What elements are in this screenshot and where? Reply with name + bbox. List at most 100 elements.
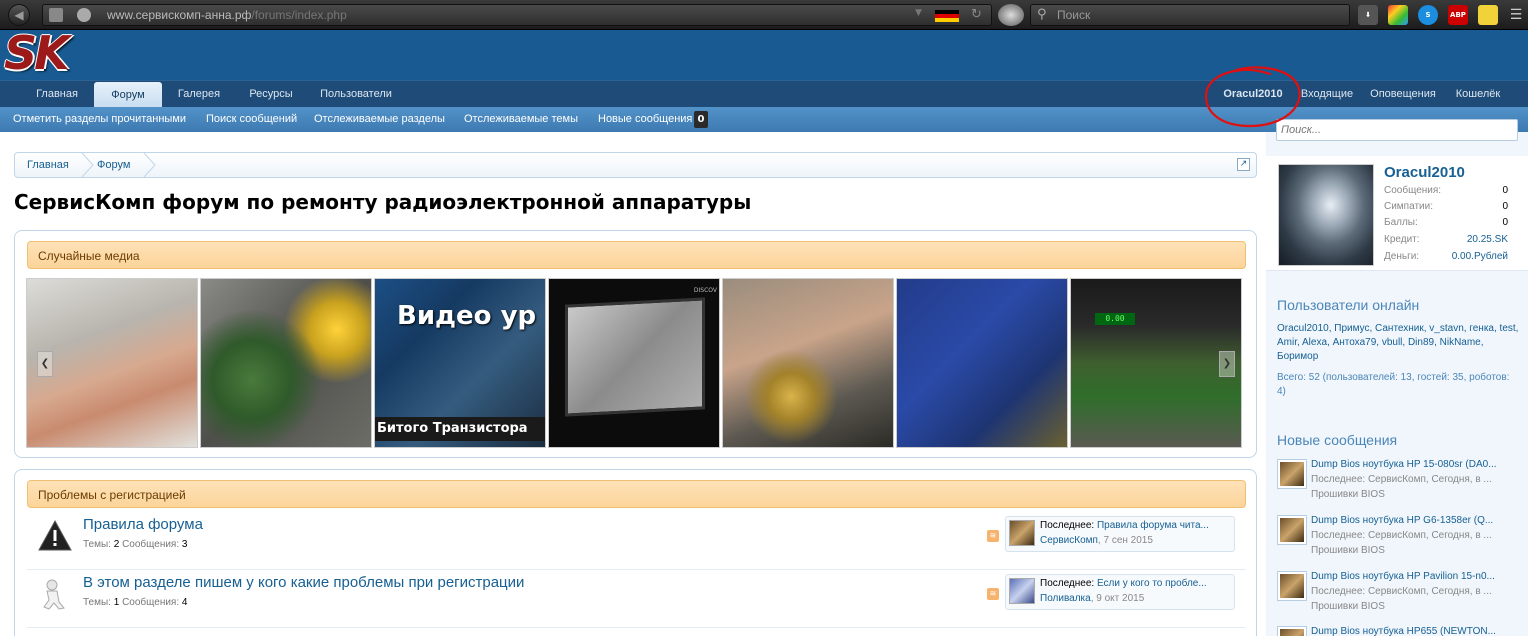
tab-users[interactable]: Пользователи [310, 81, 402, 108]
credit-link[interactable]: 20.25.SK [1467, 234, 1508, 245]
last-post-user[interactable]: Поливалка [1040, 593, 1091, 604]
last-post-avatar[interactable] [1009, 520, 1035, 546]
visitor-username[interactable]: Oracul2010 [1384, 164, 1465, 181]
skype-icon[interactable]: S [1418, 5, 1438, 25]
breadcrumb-forum[interactable]: Форум [97, 153, 130, 177]
tab-gallery[interactable]: Галерея [166, 81, 232, 108]
mark-forums-read-link[interactable]: Отметить разделы прочитанными [13, 107, 186, 132]
new-post-title[interactable]: Dump Bios ноутбука HP Pavilion 15-n0... [1311, 571, 1521, 582]
new-post-item[interactable]: Dump Bios ноутбука HP655 (NEWTON... [1277, 626, 1522, 636]
rss-icon[interactable]: ≋ [987, 588, 999, 600]
video-overlay-title: Видео ур [397, 301, 537, 331]
reload-icon[interactable]: ↻ [971, 7, 982, 22]
last-post-link[interactable]: Правила форума чита... [1097, 520, 1209, 531]
tab-resources[interactable]: Ресурсы [236, 81, 306, 108]
alerts-link[interactable]: Оповещения [1362, 81, 1444, 108]
new-post-title[interactable]: Dump Bios ноутбука HP 15-080sr (DA0... [1311, 459, 1521, 470]
breadcrumb-home[interactable]: Главная [27, 153, 69, 177]
random-media-heading: Случайные медиа [27, 241, 1246, 269]
download-icon[interactable]: ⬇ [1358, 5, 1378, 25]
main-content: Главная Форум ↗ СервисКомп форум по ремо… [0, 132, 1266, 636]
online-users-list[interactable]: Oracul2010, Примус, Сантехник, v_stavn, … [1277, 322, 1521, 364]
tab-forum[interactable]: Форум [94, 82, 162, 109]
jump-to-icon[interactable]: ↗ [1237, 158, 1250, 171]
breadcrumb-separator-icon [143, 153, 156, 177]
user-account-link[interactable]: Oracul2010 [1212, 81, 1294, 108]
address-bar[interactable]: www.сервискомп-анна.рф/forums/index.php … [42, 4, 992, 26]
post-avatar[interactable] [1277, 571, 1307, 601]
new-post-meta: Последнее: СервисКомп, Сегодня, в ... [1311, 586, 1492, 597]
new-posts-heading[interactable]: Новые сообщения [1277, 432, 1397, 448]
url-text[interactable]: www.сервискомп-анна.рф/forums/index.php [107, 8, 347, 22]
media-thumbnail-3[interactable]: Видео ур Битого Транзистора [374, 278, 546, 448]
media-thumbnail-7[interactable]: 0.00 ❯ [1070, 278, 1242, 448]
post-avatar[interactable] [1277, 459, 1307, 489]
media-thumbnail-1[interactable]: ❮ [26, 278, 198, 448]
category-heading[interactable]: Проблемы с регистрацией [27, 480, 1246, 508]
note-extension-icon[interactable] [1478, 5, 1498, 25]
watched-threads-link[interactable]: Отслеживаемые темы [464, 107, 578, 132]
last-post-title-line: Последнее: Если у кого то пробле... [1040, 578, 1207, 589]
new-posts-link[interactable]: Новые сообщения [598, 107, 692, 132]
carousel-prev-arrow[interactable]: ❮ [37, 351, 53, 377]
online-users-heading[interactable]: Пользователи онлайн [1277, 297, 1419, 313]
media-thumbnail-4[interactable]: DISCOV [548, 278, 720, 448]
site-logo[interactable]: SK [2, 26, 96, 80]
warning-icon [38, 519, 72, 551]
new-post-title[interactable]: Dump Bios ноутбука HP655 (NEWTON... [1311, 626, 1521, 636]
forum-title[interactable]: В этом разделе пишем у кого какие пробле… [83, 574, 524, 591]
category-block: Проблемы с регистрацией Правила форума Т… [14, 469, 1257, 636]
video-overlay-caption: Битого Транзистора [375, 417, 545, 441]
language-flag-icon[interactable] [935, 10, 959, 22]
forum-node[interactable]: Правила форума Темы: 2 Сообщения: 3 ≋ По… [27, 512, 1246, 570]
wallet-link[interactable]: Кошелёк [1448, 81, 1508, 108]
tab-home[interactable]: Главная [22, 81, 92, 108]
visitor-stat-row: Кредит: 20.25.SK [1384, 234, 1508, 245]
browser-search-placeholder: Поиск [1057, 8, 1091, 22]
browser-search-input[interactable]: ⚲ Поиск [1030, 4, 1350, 26]
watched-forums-link[interactable]: Отслеживаемые разделы [314, 107, 445, 132]
address-dropdown-icon[interactable]: ▼ [915, 8, 922, 18]
rss-icon[interactable]: ≋ [987, 530, 999, 542]
user-avatar[interactable] [1278, 164, 1374, 266]
new-posts-count-badge: 0 [694, 111, 708, 128]
media-image [897, 279, 1067, 447]
carousel-next-arrow[interactable]: ❯ [1219, 351, 1235, 377]
logo-text: SK [4, 26, 70, 80]
media-thumbnail-5[interactable] [722, 278, 894, 448]
sidebar: Oracul2010 Сообщения:0 Симпатии:0 Баллы:… [1266, 119, 1528, 636]
new-post-item[interactable]: Dump Bios ноутбука HP G6-1358er (Q... По… [1277, 515, 1522, 569]
meter-display: 0.00 [1095, 313, 1135, 325]
menu-icon[interactable]: ☰ [1506, 5, 1526, 25]
site-header: SK [0, 26, 1528, 80]
last-post-meta-line: СервисКомп, 7 сен 2015 [1040, 535, 1153, 546]
new-post-meta: Последнее: СервисКомп, Сегодня, в ... [1311, 530, 1492, 541]
sidebar-search-input[interactable] [1277, 120, 1517, 140]
media-thumbnail-6[interactable] [896, 278, 1068, 448]
media-image [201, 279, 371, 447]
new-post-meta: Последнее: СервисКомп, Сегодня, в ... [1311, 474, 1492, 485]
adblock-icon[interactable]: ABP [1448, 5, 1468, 25]
post-avatar[interactable] [1277, 515, 1307, 545]
search-engine-icon[interactable] [998, 4, 1024, 26]
back-button[interactable]: ◀ [8, 4, 30, 26]
main-navigation: Главная Форум Галерея Ресурсы Пользовате… [0, 80, 1528, 109]
new-post-title[interactable]: Dump Bios ноутбука HP G6-1358er (Q... [1311, 515, 1521, 526]
inbox-link[interactable]: Входящие [1296, 81, 1358, 108]
last-post-user[interactable]: СервисКомп [1040, 535, 1098, 546]
last-post-link[interactable]: Если у кого то пробле... [1097, 578, 1207, 589]
forum-node[interactable]: В этом разделе пишем у кого какие пробле… [27, 570, 1246, 628]
media-thumbnail-2[interactable] [200, 278, 372, 448]
apps-grid-icon[interactable] [1388, 5, 1408, 25]
new-post-item[interactable]: Dump Bios ноутбука HP 15-080sr (DA0... П… [1277, 459, 1522, 513]
last-post-avatar[interactable] [1009, 578, 1035, 604]
forum-title[interactable]: Правила форума [83, 516, 203, 533]
post-avatar[interactable] [1277, 626, 1307, 636]
search-posts-link[interactable]: Поиск сообщений [206, 107, 297, 132]
new-post-item[interactable]: Dump Bios ноутбука HP Pavilion 15-n0... … [1277, 571, 1522, 625]
browser-toolbar: ◀ www.сервискомп-анна.рф/forums/index.ph… [0, 0, 1528, 30]
new-post-forum: Прошивки BIOS [1311, 601, 1385, 612]
money-link[interactable]: 0.00.Рублей [1452, 251, 1508, 262]
person-figure-icon [43, 579, 65, 610]
sidebar-search-box[interactable] [1276, 119, 1518, 141]
